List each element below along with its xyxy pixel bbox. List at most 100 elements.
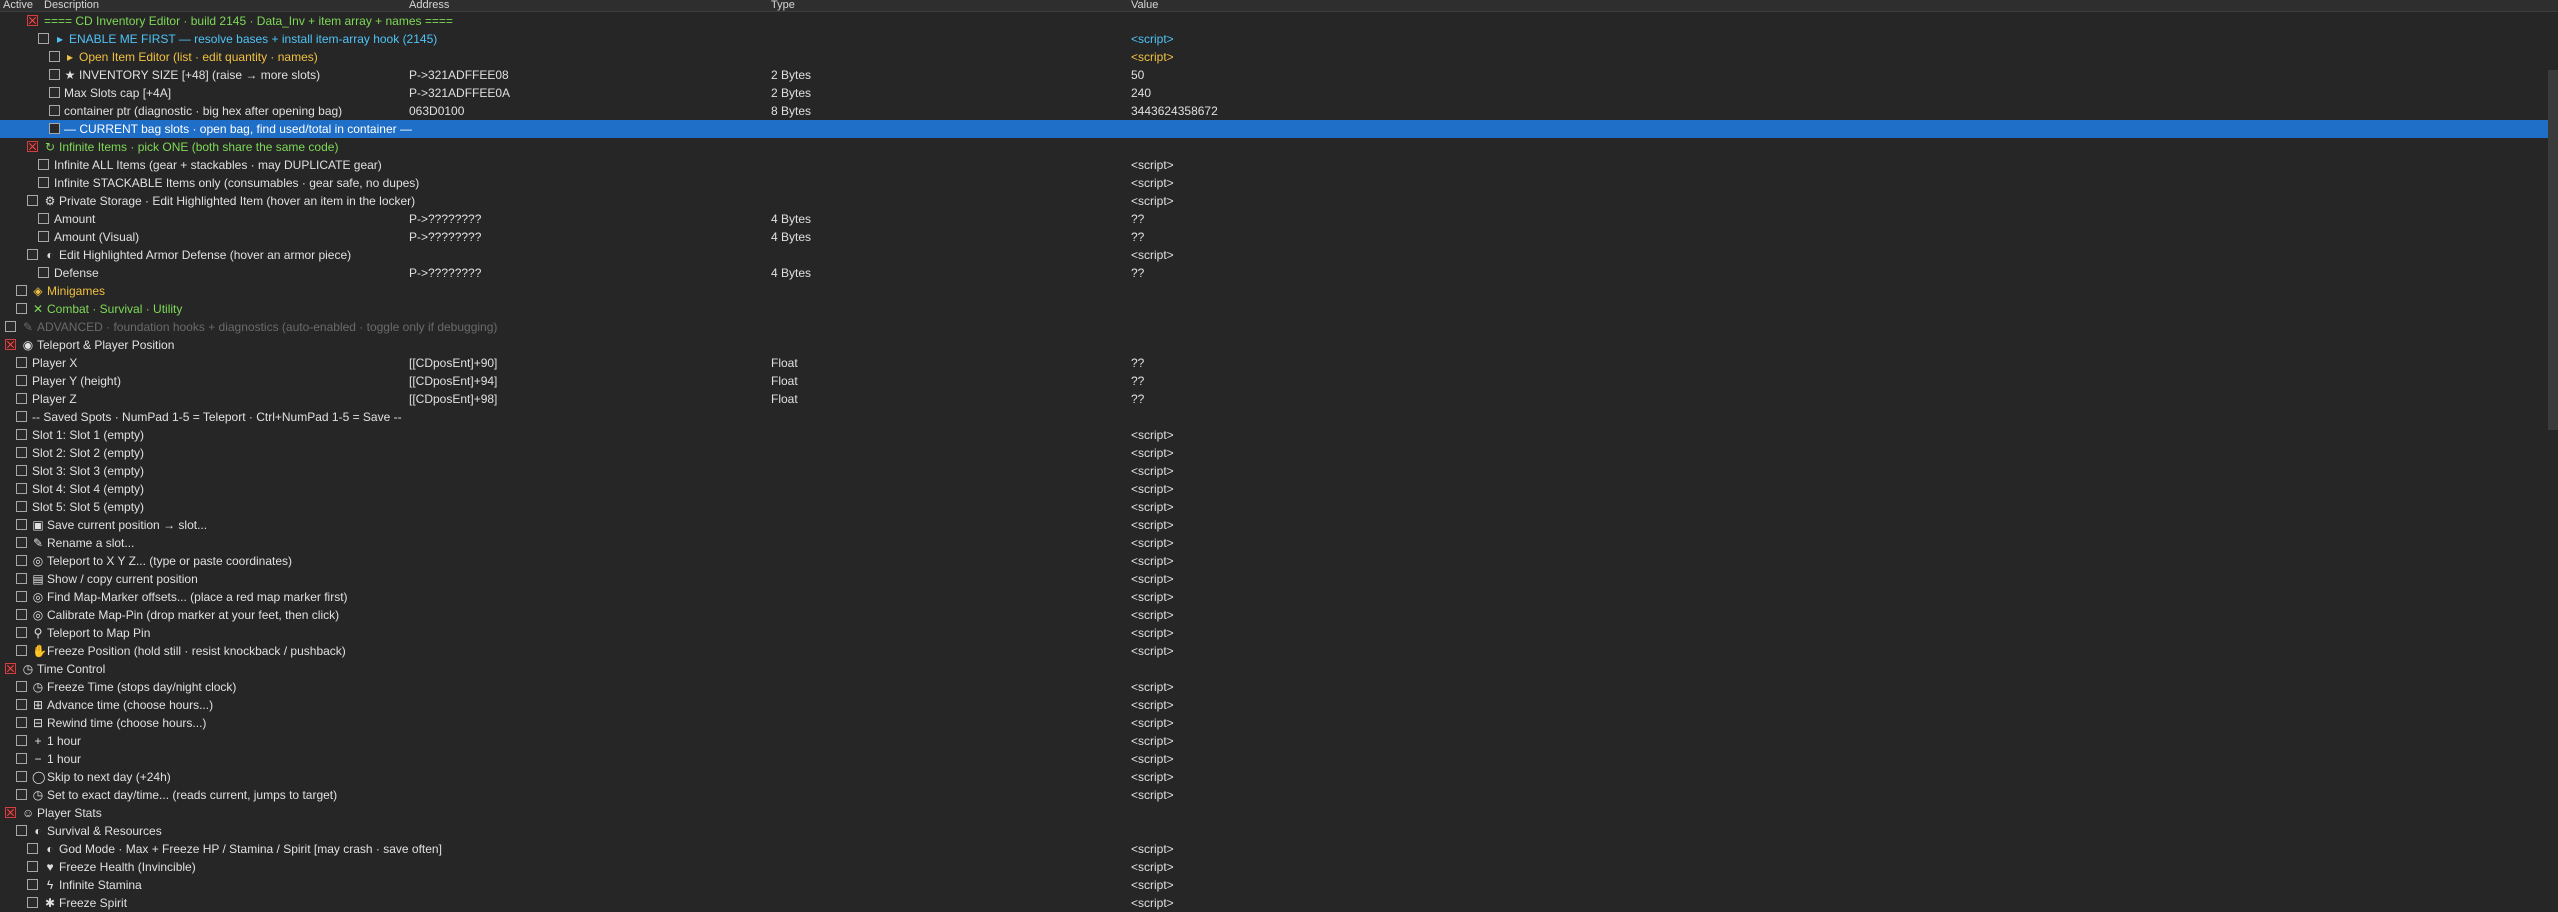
table-row[interactable]: ◯ Skip to next day (+24h) <script> xyxy=(0,768,2558,786)
active-checkbox[interactable] xyxy=(16,465,27,476)
table-row[interactable]: ↻ Infinite Items · pick ONE (both share t… xyxy=(0,138,2558,156)
table-row[interactable]: Amount (Visual) P->???????? 4 Bytes?? xyxy=(0,228,2558,246)
row-description[interactable]: ▸ ENABLE ME FIRST — resolve bases + insta… xyxy=(54,30,437,48)
row-description[interactable]: ◉ Teleport & Player Position xyxy=(22,336,175,354)
header-type[interactable]: Type xyxy=(771,0,795,11)
row-type[interactable]: Float xyxy=(771,372,798,390)
row-description[interactable]: Infinite STACKABLE Items only (consumabl… xyxy=(54,174,419,192)
table-row[interactable]: ◎ Teleport to X Y Z... (type or paste coo… xyxy=(0,552,2558,570)
row-value[interactable]: <script> xyxy=(1131,48,1174,66)
row-value[interactable]: <script> xyxy=(1131,30,1174,48)
row-description[interactable]: Max Slots cap [+4A] xyxy=(64,84,171,102)
table-row[interactable]: -- Saved Spots · NumPad 1-5 = Teleport ·… xyxy=(0,408,2558,426)
active-checkbox[interactable] xyxy=(5,807,16,818)
row-description[interactable]: ✱ Freeze Spirit xyxy=(44,894,127,912)
row-description[interactable]: ◯ Skip to next day (+24h) xyxy=(32,768,171,786)
table-row[interactable]: ✕ Combat · Survival · Utility xyxy=(0,300,2558,318)
row-type[interactable]: 4 Bytes xyxy=(771,228,811,246)
row-type[interactable]: 8 Bytes xyxy=(771,102,811,120)
row-description[interactable]: ϟ Infinite Stamina xyxy=(44,876,142,894)
row-description[interactable]: Slot 2: Slot 2 (empty) xyxy=(32,444,144,462)
table-row[interactable]: ⊞ Advance time (choose hours...) <script> xyxy=(0,696,2558,714)
row-value[interactable]: <script> xyxy=(1131,444,1174,462)
table-row[interactable]: ◷ Time Control xyxy=(0,660,2558,678)
row-description[interactable]: ==== CD Inventory Editor · build 2145 · … xyxy=(44,12,453,30)
table-row[interactable]: ▸ ENABLE ME FIRST — resolve bases + insta… xyxy=(0,30,2558,48)
table-row[interactable]: ⚲ Teleport to Map Pin <script> xyxy=(0,624,2558,642)
row-value[interactable]: 3443624358672 xyxy=(1131,102,1218,120)
active-checkbox[interactable] xyxy=(27,879,38,890)
table-row[interactable]: Infinite ALL Items (gear + stackables · … xyxy=(0,156,2558,174)
active-checkbox[interactable] xyxy=(16,303,27,314)
row-value[interactable]: <script> xyxy=(1131,156,1174,174)
row-value[interactable]: <script> xyxy=(1131,588,1174,606)
row-value[interactable]: <script> xyxy=(1131,894,1174,912)
active-checkbox[interactable] xyxy=(49,87,60,98)
table-row[interactable]: ⊟ Rewind time (choose hours...) <script> xyxy=(0,714,2558,732)
active-checkbox[interactable] xyxy=(16,357,27,368)
row-type[interactable]: Float xyxy=(771,390,798,408)
active-checkbox[interactable] xyxy=(38,177,49,188)
table-row[interactable]: Slot 4: Slot 4 (empty) <script> xyxy=(0,480,2558,498)
row-value[interactable]: <script> xyxy=(1131,462,1174,480)
active-checkbox[interactable] xyxy=(49,51,60,62)
row-value[interactable]: <script> xyxy=(1131,642,1174,660)
active-checkbox[interactable] xyxy=(27,249,38,260)
active-checkbox[interactable] xyxy=(27,843,38,854)
row-description[interactable]: ✎ ADVANCED · foundation hooks + diagnosti… xyxy=(22,318,497,336)
active-checkbox[interactable] xyxy=(16,771,27,782)
table-row[interactable]: ◐ Edit Highlighted Armor Defense (hover a… xyxy=(0,246,2558,264)
row-description[interactable]: ◷ Time Control xyxy=(22,660,106,678)
active-checkbox[interactable] xyxy=(49,105,60,116)
row-value[interactable]: <script> xyxy=(1131,552,1174,570)
active-checkbox[interactable] xyxy=(16,591,27,602)
row-value[interactable]: <script> xyxy=(1131,750,1174,768)
row-description[interactable]: ◐ God Mode · Max + Freeze HP / Stamina / … xyxy=(44,840,442,858)
table-row[interactable]: Infinite STACKABLE Items only (consumabl… xyxy=(0,174,2558,192)
table-row[interactable]: ◷ Set to exact day/time... (reads current… xyxy=(0,786,2558,804)
row-description[interactable]: Amount (Visual) xyxy=(54,228,139,246)
active-checkbox[interactable] xyxy=(16,483,27,494)
row-description[interactable]: Slot 3: Slot 3 (empty) xyxy=(32,462,144,480)
row-value[interactable]: ?? xyxy=(1131,228,1144,246)
row-value[interactable]: ?? xyxy=(1131,390,1144,408)
table-row[interactable]: Defense P->???????? 4 Bytes?? xyxy=(0,264,2558,282)
row-description[interactable]: ◐ Edit Highlighted Armor Defense (hover a… xyxy=(44,246,351,264)
table-row[interactable]: ☺ Player Stats xyxy=(0,804,2558,822)
active-checkbox[interactable] xyxy=(38,159,49,170)
row-value[interactable]: <script> xyxy=(1131,840,1174,858)
row-value[interactable]: <script> xyxy=(1131,732,1174,750)
row-description[interactable]: ▣ Save current position → slot... xyxy=(32,516,207,534)
row-description[interactable]: ◷ Freeze Time (stops day/night clock) xyxy=(32,678,237,696)
active-checkbox[interactable] xyxy=(16,411,27,422)
active-checkbox[interactable] xyxy=(38,33,49,44)
row-description[interactable]: ⚙ Private Storage · Edit Highlighted Item… xyxy=(44,192,416,210)
row-description[interactable]: Player Y (height) xyxy=(32,372,121,390)
active-checkbox[interactable] xyxy=(5,663,16,674)
table-row[interactable]: ▤ Show / copy current position <script> xyxy=(0,570,2558,588)
row-description[interactable]: ▸ Open Item Editor (list · edit quantity … xyxy=(64,48,318,66)
active-checkbox[interactable] xyxy=(16,573,27,584)
row-value[interactable]: <script> xyxy=(1131,498,1174,516)
table-row[interactable]: Max Slots cap [+4A] P->321ADFFEE0A 2 Bytes… xyxy=(0,84,2558,102)
active-checkbox[interactable] xyxy=(16,609,27,620)
active-checkbox[interactable] xyxy=(5,339,16,350)
row-type[interactable]: 4 Bytes xyxy=(771,210,811,228)
active-checkbox[interactable] xyxy=(16,699,27,710)
active-checkbox[interactable] xyxy=(16,447,27,458)
active-checkbox[interactable] xyxy=(16,825,27,836)
row-value[interactable]: ?? xyxy=(1131,264,1144,282)
row-description[interactable]: Infinite ALL Items (gear + stackables · … xyxy=(54,156,382,174)
table-row[interactable]: ✱ Freeze Spirit <script> xyxy=(0,894,2558,912)
row-description[interactable]: ◐ Survival & Resources xyxy=(32,822,161,840)
row-description[interactable]: Amount xyxy=(54,210,95,228)
active-checkbox[interactable] xyxy=(16,789,27,800)
row-value[interactable]: ?? xyxy=(1131,210,1144,228)
row-value[interactable]: <script> xyxy=(1131,426,1174,444)
row-description[interactable]: Player X xyxy=(32,354,77,372)
row-address[interactable]: [[CDposEnt]+98] xyxy=(409,390,497,408)
table-row[interactable]: ◐ God Mode · Max + Freeze HP / Stamina / … xyxy=(0,840,2558,858)
active-checkbox[interactable] xyxy=(38,267,49,278)
table-row[interactable]: ◎ Calibrate Map-Pin (drop marker at your … xyxy=(0,606,2558,624)
table-row[interactable]: −1 hour <script> xyxy=(0,750,2558,768)
